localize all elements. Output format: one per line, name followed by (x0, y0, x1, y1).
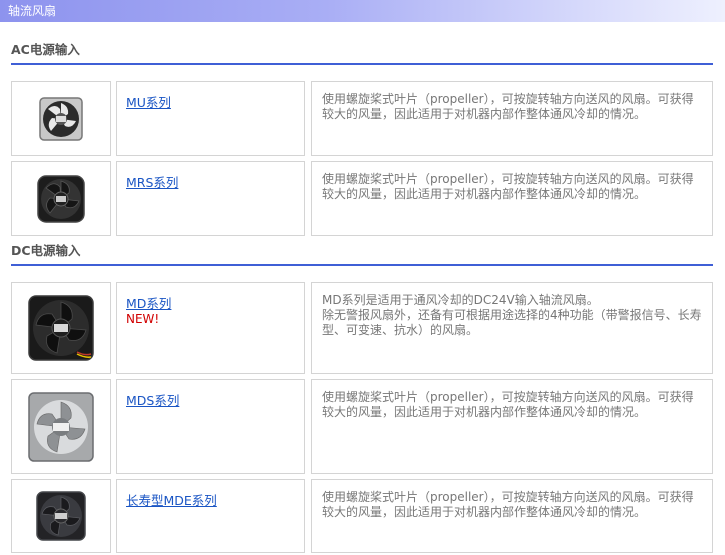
product-image-cell (11, 282, 111, 374)
product-link-md[interactable]: MD系列 (126, 296, 171, 311)
product-link-mds[interactable]: MDS系列 (126, 393, 179, 408)
product-description: MD系列是适用于通风冷却的DC24V输入轴流风扇。 (322, 293, 599, 307)
product-description: 使用螺旋桨式叶片（propeller），可按旋转轴方向送风的风扇。可获得较大的风… (322, 172, 694, 201)
page-header-bar: 轴流风扇 (0, 0, 725, 22)
product-link-mrs[interactable]: MRS系列 (126, 175, 178, 190)
product-image-cell (11, 479, 111, 553)
fan-icon[interactable] (35, 490, 87, 542)
product-row-mds: MDS系列 使用螺旋桨式叶片（propeller），可按旋转轴方向送风的风扇。可… (11, 379, 713, 474)
product-description-cell: 使用螺旋桨式叶片（propeller），可按旋转轴方向送风的风扇。可获得较大的风… (311, 479, 713, 553)
product-image-cell (11, 379, 111, 474)
product-name-cell: 长寿型MDE系列 (116, 479, 305, 553)
product-description: 使用螺旋桨式叶片（propeller），可按旋转轴方向送风的风扇。可获得较大的风… (322, 92, 694, 121)
fan-icon[interactable] (39, 96, 83, 141)
fan-icon[interactable] (27, 391, 95, 463)
product-description-cell: 使用螺旋桨式叶片（propeller），可按旋转轴方向送风的风扇。可获得较大的风… (311, 161, 713, 236)
product-row-md: MD系列 NEW! MD系列是适用于通风冷却的DC24V输入轴流风扇。 除无警报… (11, 282, 713, 374)
product-link-mde[interactable]: 长寿型MDE系列 (126, 493, 217, 508)
product-description-cell: 使用螺旋桨式叶片（propeller），可按旋转轴方向送风的风扇。可获得较大的风… (311, 379, 713, 474)
product-link-mu[interactable]: MU系列 (126, 95, 171, 110)
product-name-cell: MRS系列 (116, 161, 305, 236)
fan-icon[interactable] (27, 294, 95, 362)
product-name-cell: MU系列 (116, 81, 305, 156)
product-row-mu: MU系列 使用螺旋桨式叶片（propeller），可按旋转轴方向送风的风扇。可获… (11, 81, 713, 156)
product-name-cell: MDS系列 (116, 379, 305, 474)
product-row-mde: 长寿型MDE系列 使用螺旋桨式叶片（propeller），可按旋转轴方向送风的风… (11, 479, 713, 553)
product-description: 除无警报风扇外，还备有可根据用途选择的4种功能（带警报信号、长寿型、可变速、抗水… (322, 308, 702, 337)
page-title: 轴流风扇 (8, 4, 57, 18)
section-title-ac: AC电源输入 (11, 41, 713, 65)
fan-icon[interactable] (36, 174, 86, 224)
product-description-cell: 使用螺旋桨式叶片（propeller），可按旋转轴方向送风的风扇。可获得较大的风… (311, 81, 713, 156)
product-image-cell (11, 161, 111, 236)
product-row-mrs: MRS系列 使用螺旋桨式叶片（propeller），可按旋转轴方向送风的风扇。可… (11, 161, 713, 236)
product-image-cell (11, 81, 111, 156)
product-description-cell: MD系列是适用于通风冷却的DC24V输入轴流风扇。 除无警报风扇外，还备有可根据… (311, 282, 713, 374)
product-description: 使用螺旋桨式叶片（propeller），可按旋转轴方向送风的风扇。可获得较大的风… (322, 390, 694, 419)
product-name-cell: MD系列 NEW! (116, 282, 305, 374)
section-title-dc: DC电源输入 (11, 242, 713, 266)
product-description: 使用螺旋桨式叶片（propeller），可按旋转轴方向送风的风扇。可获得较大的风… (322, 490, 694, 519)
new-badge: NEW! (126, 312, 160, 326)
